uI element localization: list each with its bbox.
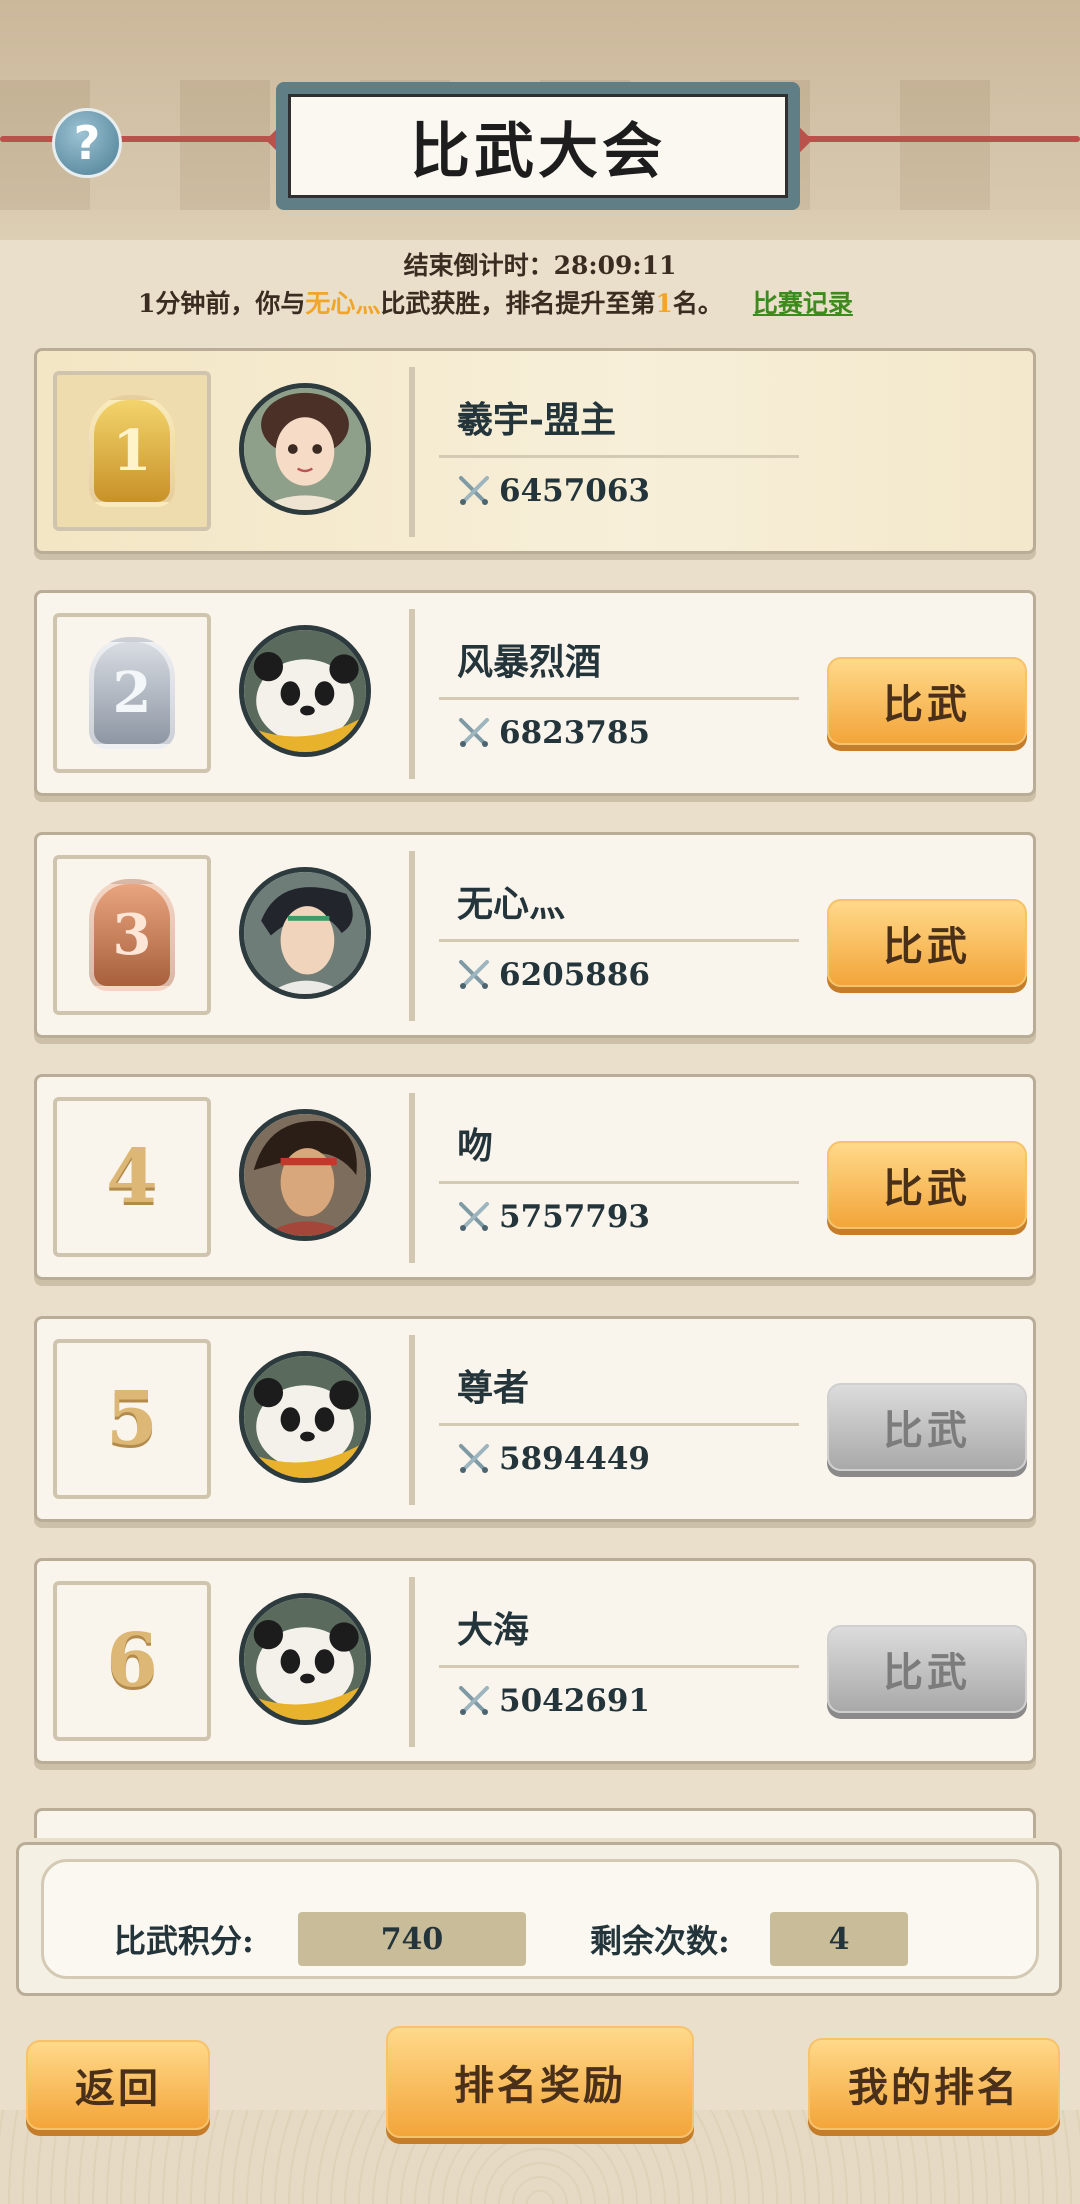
combat-power: 5894449 [457, 1441, 650, 1477]
player-info: 尊者 5894449 比武 [409, 1335, 1027, 1505]
rank-number: 5 [106, 1376, 158, 1462]
player-name: 无心灬 [457, 883, 566, 925]
divider [439, 939, 799, 942]
page-title: 比武大会 [288, 94, 788, 198]
challenge-button[interactable]: 比武 [827, 899, 1027, 987]
stats-inner: 比武积分: 740 剩余次数: 4 [41, 1859, 1039, 1979]
notice-prefix: 1分钟前，你与 [138, 289, 306, 318]
combat-power-value: 6823785 [499, 715, 650, 751]
challenge-button[interactable]: 比武 [827, 657, 1027, 745]
back-button[interactable]: 返回 [26, 2040, 210, 2130]
crossed-swords-icon [459, 1444, 489, 1473]
ranking-card: 1 羲宇-盟主 6457063 [34, 348, 1036, 554]
help-button[interactable]: ? [52, 108, 122, 178]
player-name: 风暴烈酒 [457, 641, 602, 683]
combat-power: 5757793 [457, 1199, 650, 1235]
notice-middle: 比武获胜，排名提升至第 [380, 289, 656, 318]
countdown-label: 结束倒计时： [403, 251, 554, 280]
combat-power-value: 6457063 [499, 473, 650, 509]
divider [439, 1423, 799, 1426]
ranking-card: 5 尊者 5894449 比武 [34, 1316, 1036, 1522]
remaining-label: 剩余次数: [590, 1922, 730, 1960]
rank-box: 5 [53, 1339, 211, 1499]
player-avatar[interactable] [239, 1109, 371, 1241]
combat-power-value: 5757793 [499, 1199, 650, 1235]
player-avatar[interactable] [239, 383, 371, 515]
combat-power: 6823785 [457, 715, 650, 751]
combat-power-value: 5894449 [499, 1441, 650, 1477]
ranking-card: 4 吻 5757793 比武 [34, 1074, 1036, 1280]
player-info: 无心灬 6205886 比武 [409, 851, 1027, 1021]
ranking-card: 6 大海 5042691 比武 [34, 1558, 1036, 1764]
my-rank-button[interactable]: 我的排名 [808, 2038, 1060, 2130]
player-info: 吻 5757793 比武 [409, 1093, 1027, 1263]
challenge-button[interactable]: 比武 [827, 1625, 1027, 1713]
stats-panel: 比武积分: 740 剩余次数: 4 [16, 1842, 1062, 1996]
player-avatar[interactable] [239, 1351, 371, 1483]
ranking-card: 2 风暴烈酒 6823785 比武 [34, 590, 1036, 796]
title-plaque: 比武大会 [276, 82, 800, 210]
rope-right [786, 136, 1080, 142]
remaining-value: 4 [770, 1912, 908, 1966]
rank-box: 3 [53, 855, 211, 1015]
bronze-rank-badge-icon: 3 [89, 879, 175, 991]
player-info: 羲宇-盟主 6457063 [409, 367, 1017, 537]
ranking-card: 3 无心灬 6205886 比武 [34, 832, 1036, 1038]
divider [439, 697, 799, 700]
player-avatar[interactable] [239, 625, 371, 757]
player-info: 风暴烈酒 6823785 比武 [409, 609, 1027, 779]
player-name: 吻 [457, 1125, 494, 1167]
gold-rank-badge-icon: 1 [89, 395, 175, 507]
challenge-button[interactable]: 比武 [827, 1383, 1027, 1471]
points-label: 比武积分: [114, 1922, 254, 1960]
rank-box: 1 [53, 371, 211, 531]
notice-suffix: 名。 [672, 289, 723, 318]
player-avatar[interactable] [239, 867, 371, 999]
rank-number: 4 [106, 1134, 158, 1220]
match-record-link[interactable]: 比赛记录 [753, 289, 853, 318]
combat-power-value: 6205886 [499, 957, 650, 993]
question-icon: ? [73, 116, 101, 170]
rank-box: 4 [53, 1097, 211, 1257]
combat-power: 5042691 [457, 1683, 650, 1719]
rank-number: 6 [106, 1618, 158, 1704]
countdown: 结束倒计时：28:09:11 [0, 246, 1080, 282]
player-info: 大海 5042691 比武 [409, 1577, 1027, 1747]
combat-power: 6457063 [457, 473, 650, 509]
player-avatar[interactable] [239, 1593, 371, 1725]
player-name: 大海 [457, 1609, 530, 1651]
crossed-swords-icon [459, 960, 489, 989]
divider [439, 1665, 799, 1668]
ranking-card-partial [34, 1808, 1036, 1838]
rank-box: 2 [53, 613, 211, 773]
crossed-swords-icon [459, 718, 489, 747]
divider [439, 1181, 799, 1184]
countdown-value: 28:09:11 [553, 251, 677, 280]
silver-rank-badge-icon: 2 [89, 637, 175, 749]
notice-rank: 1 [655, 289, 673, 318]
points-value: 740 [298, 1912, 526, 1966]
rank-rewards-button[interactable]: 排名奖励 [386, 2026, 694, 2138]
combat-power: 6205886 [457, 957, 650, 993]
player-name: 羲宇-盟主 [457, 399, 616, 441]
divider [439, 455, 799, 458]
crossed-swords-icon [459, 1202, 489, 1231]
player-name: 尊者 [457, 1367, 530, 1409]
combat-power-value: 5042691 [499, 1683, 650, 1719]
rank-box: 6 [53, 1581, 211, 1741]
challenge-button[interactable]: 比武 [827, 1141, 1027, 1229]
notice-opponent: 无心灬 [305, 289, 381, 318]
crossed-swords-icon [459, 1686, 489, 1715]
rope-left [0, 136, 290, 142]
battle-notice: 1分钟前，你与无心灬比武获胜，排名提升至第1名。 比赛记录 [138, 284, 958, 320]
crossed-swords-icon [459, 476, 489, 505]
